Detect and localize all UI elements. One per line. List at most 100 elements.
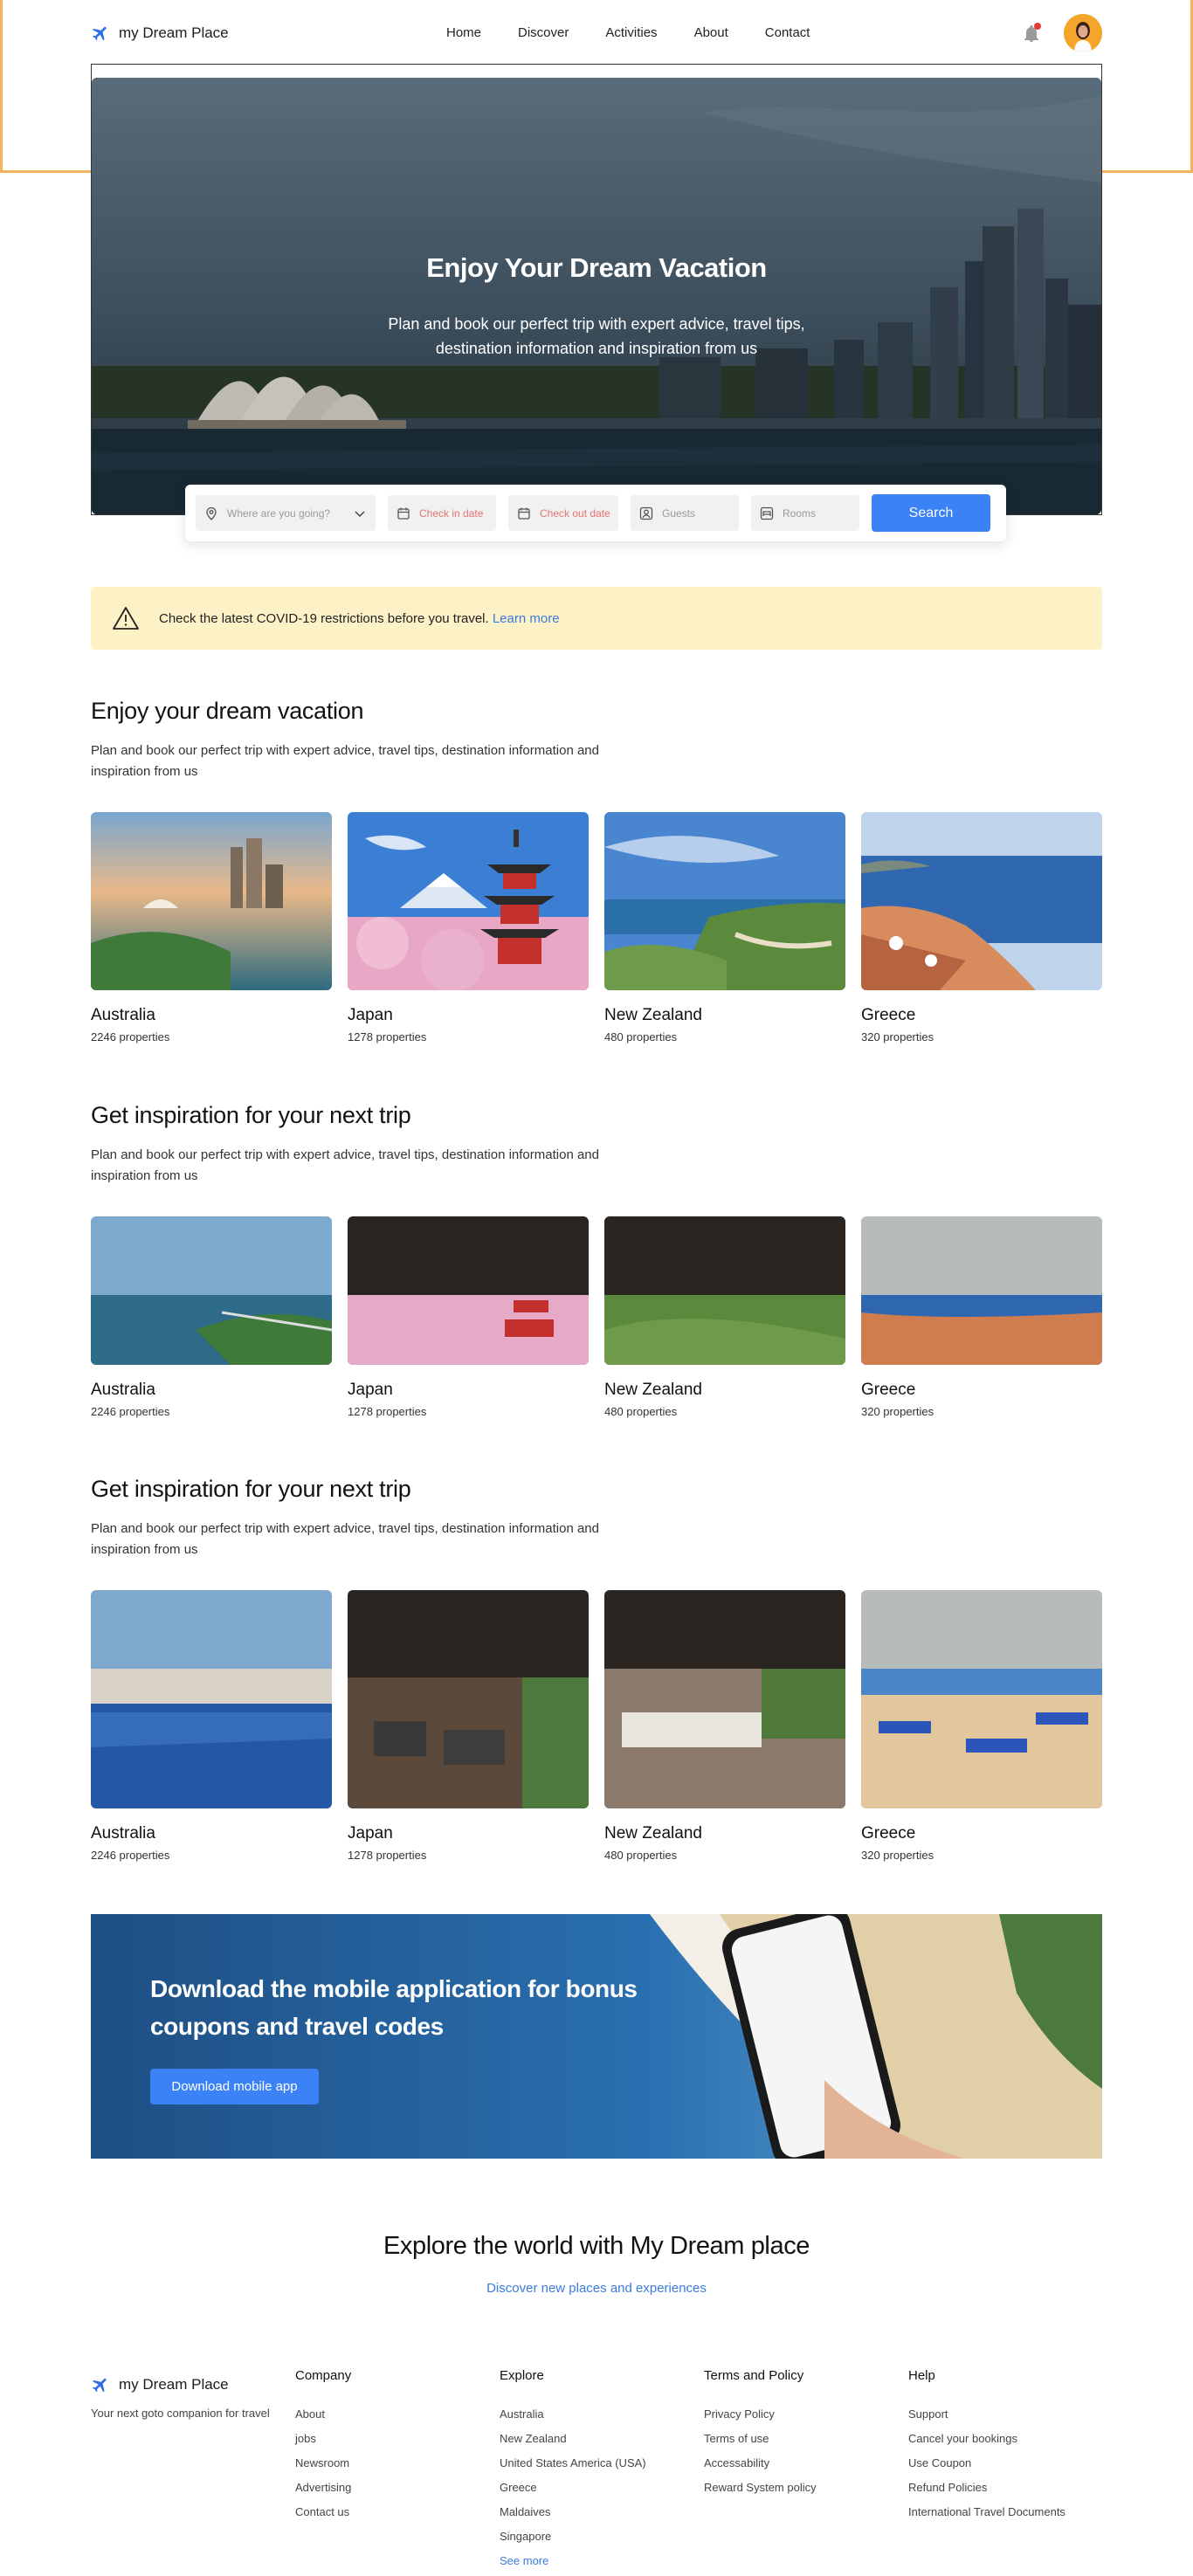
card-name: Australia	[91, 1006, 155, 1024]
destination-card-greece[interactable]: Greece 320 properties	[861, 812, 1102, 1043]
card-name: New Zealand	[604, 1006, 702, 1024]
card-name: Japan	[348, 1381, 393, 1399]
footer-link[interactable]: Reward System policy	[704, 2476, 817, 2500]
nav-home[interactable]: Home	[428, 7, 500, 59]
section-inspiration-2: Get inspiration for your next trip Plan …	[91, 1476, 1102, 1862]
brand-name: my Dream Place	[119, 24, 229, 41]
footer-link[interactable]: Use Coupon	[908, 2451, 1065, 2476]
bed-icon	[760, 506, 774, 520]
hero-frame: Enjoy Your Dream Vacation Plan and book …	[91, 64, 1102, 515]
avatar[interactable]	[1064, 14, 1102, 52]
card-properties: 2246 properties	[91, 1849, 170, 1862]
footer-col-terms: Terms and Policy Privacy Policy Terms of…	[704, 2368, 817, 2500]
nav-contact[interactable]: Contact	[747, 7, 829, 59]
explore-link[interactable]: Discover new places and experiences	[0, 2281, 1193, 2296]
footer-link[interactable]: Accessability	[704, 2451, 817, 2476]
destination-card-greece[interactable]: Greece 320 properties	[861, 1216, 1102, 1418]
footer-link[interactable]: Support	[908, 2402, 1065, 2427]
card-properties: 320 properties	[861, 1030, 934, 1043]
footer-link[interactable]: United States America (USA)	[500, 2451, 646, 2476]
footer-link[interactable]: New Zealand	[500, 2427, 646, 2451]
footer-see-more-link[interactable]: See more	[500, 2549, 646, 2573]
destination-card-australia[interactable]: Australia 2246 properties	[91, 1590, 332, 1862]
footer-link[interactable]: Advertising	[295, 2476, 351, 2500]
brand-logo[interactable]: my Dream Place	[91, 24, 229, 43]
card-name: Japan	[348, 1824, 393, 1842]
destination-placeholder: Where are you going?	[227, 506, 331, 520]
top-navbar: my Dream Place Home Discover Activities …	[91, 7, 1102, 59]
japan-lounge-photo	[348, 1590, 589, 1808]
footer-link[interactable]: Singapore	[500, 2524, 646, 2549]
footer-link[interactable]: Cancel your bookings	[908, 2427, 1065, 2451]
greece-photo	[861, 812, 1102, 990]
japan-photo	[348, 812, 589, 990]
destination-card-new-zealand[interactable]: New Zealand 480 properties	[604, 812, 845, 1043]
footer-link[interactable]: jobs	[295, 2427, 351, 2451]
footer-col-title: Terms and Policy	[704, 2368, 804, 2383]
covid-text-wrap: Check the latest COVID-19 restrictions b…	[159, 611, 560, 626]
footer-col-title: Company	[295, 2368, 352, 2383]
destination-card-greece[interactable]: Greece 320 properties	[861, 1590, 1102, 1862]
footer-link[interactable]: Terms of use	[704, 2427, 817, 2451]
footer-link[interactable]: Australia	[500, 2402, 646, 2427]
destination-card-japan[interactable]: Japan 1278 properties	[348, 812, 589, 1043]
airplane-icon	[92, 2378, 107, 2393]
footer-link[interactable]: International Travel Documents	[908, 2500, 1065, 2524]
destination-card-australia[interactable]: Australia 2246 properties	[91, 1216, 332, 1418]
warning-icon	[113, 607, 139, 630]
footer-col-title: Explore	[500, 2368, 544, 2383]
card-properties: 480 properties	[604, 1030, 678, 1043]
footer-link[interactable]: About	[295, 2402, 351, 2427]
destination-card-japan[interactable]: Japan 1278 properties	[348, 1216, 589, 1418]
footer-col-company: Company About jobs Newsroom Advertising …	[295, 2368, 351, 2524]
notification-bell-icon[interactable]	[1024, 23, 1041, 42]
destination-cards: Australia 2246 properties Japan 1278 pro…	[91, 812, 1102, 1043]
rooms-placeholder: Rooms	[783, 506, 817, 520]
guests-field[interactable]: Guests	[631, 495, 739, 531]
section-description: Plan and book our perfect trip with expe…	[91, 1521, 599, 1557]
section-description: Plan and book our perfect trip with expe…	[91, 743, 599, 779]
destination-card-japan[interactable]: Japan 1278 properties	[348, 1590, 589, 1862]
card-properties: 480 properties	[604, 1405, 678, 1418]
destination-card-australia[interactable]: Australia 2246 properties	[91, 812, 332, 1043]
location-pin-icon	[206, 506, 217, 520]
mobile-app-promo: Download the mobile application for bonu…	[91, 1914, 1102, 2159]
card-properties: 320 properties	[861, 1405, 934, 1418]
covid-text: Check the latest COVID-19 restrictions b…	[159, 610, 489, 626]
footer-link[interactable]: Contact us	[295, 2500, 351, 2524]
nav-discover[interactable]: Discover	[500, 7, 587, 59]
card-properties: 1278 properties	[348, 1849, 427, 1862]
card-properties: 2246 properties	[91, 1030, 170, 1043]
destination-card-new-zealand[interactable]: New Zealand 480 properties	[604, 1216, 845, 1418]
card-name: Australia	[91, 1824, 155, 1842]
card-properties: 320 properties	[861, 1849, 934, 1862]
destination-field[interactable]: Where are you going?	[196, 495, 376, 531]
nav-about[interactable]: About	[676, 7, 747, 59]
card-name: Greece	[861, 1824, 916, 1842]
promo-title: Download the mobile application for bonu…	[150, 1975, 638, 2040]
section-description: Plan and book our perfect trip with expe…	[91, 1147, 599, 1183]
hero-banner: Enjoy Your Dream Vacation Plan and book …	[92, 78, 1101, 514]
search-button[interactable]: Search	[872, 494, 990, 532]
footer-link[interactable]: Refund Policies	[908, 2476, 1065, 2500]
hero-subtitle: Plan and book our perfect trip with expe…	[388, 315, 805, 357]
person-icon	[639, 506, 653, 520]
download-app-button[interactable]: Download mobile app	[150, 2069, 319, 2104]
footer-link[interactable]: Greece	[500, 2476, 646, 2500]
destination-card-new-zealand[interactable]: New Zealand 480 properties	[604, 1590, 845, 1862]
nav-activities[interactable]: Activities	[587, 7, 675, 59]
checkin-field[interactable]: Check in date	[388, 495, 496, 531]
footer-tagline: Your next goto companion for travel	[91, 2407, 270, 2420]
checkin-placeholder: Check in date	[419, 506, 484, 520]
checkout-field[interactable]: Check out date	[508, 495, 618, 531]
footer-link[interactable]: Privacy Policy	[704, 2402, 817, 2427]
footer-link[interactable]: Newsroom	[295, 2451, 351, 2476]
covid-learn-more-link[interactable]: Learn more	[493, 611, 560, 626]
rooms-field[interactable]: Rooms	[751, 495, 859, 531]
card-name: New Zealand	[604, 1824, 702, 1842]
footer-link[interactable]: Maldaives	[500, 2500, 646, 2524]
card-name: Japan	[348, 1006, 393, 1024]
footer-logo[interactable]: my Dream Place	[91, 2375, 270, 2394]
footer-brand: my Dream Place Your next goto companion …	[91, 2375, 270, 2420]
header-actions	[1024, 14, 1102, 52]
